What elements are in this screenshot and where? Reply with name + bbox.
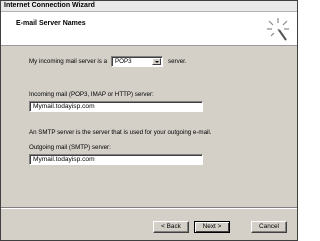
- page-heading: E-mail Server Names: [16, 20, 86, 27]
- wizard-header: E-mail Server Names: [1, 12, 297, 46]
- next-button[interactable]: Next >: [194, 221, 230, 233]
- window-title: Internet Connection Wizard: [4, 2, 95, 9]
- back-button[interactable]: < Back: [153, 221, 189, 233]
- outgoing-server-input[interactable]: Mymail.todayisp.com: [29, 154, 203, 165]
- wizard-content: My incoming mail server is a POP3 server…: [1, 47, 297, 207]
- outgoing-server-label: Outgoing mail (SMTP) server:: [29, 144, 111, 151]
- smtp-info-text: An SMTP server is the server that is use…: [29, 129, 212, 136]
- footer-divider: [1, 207, 297, 209]
- outgoing-server-value: Mymail.todayisp.com: [33, 156, 95, 163]
- server-type-value: POP3: [115, 58, 132, 65]
- incoming-server-label: Incoming mail (POP3, IMAP or HTTP) serve…: [29, 91, 154, 98]
- incoming-server-type-label: My incoming mail server is a: [29, 58, 108, 65]
- cancel-button[interactable]: Cancel: [251, 221, 287, 233]
- server-suffix-label: server.: [168, 58, 187, 65]
- wizard-window: Internet Connection Wizard E-mail Server…: [0, 0, 298, 241]
- chevron-down-icon[interactable]: [152, 58, 161, 65]
- wizard-wand-icon: [267, 18, 289, 41]
- server-type-dropdown[interactable]: POP3: [111, 56, 163, 67]
- title-bar: Internet Connection Wizard: [1, 1, 297, 12]
- incoming-server-input[interactable]: Mymail.todayisp.com: [29, 101, 203, 112]
- incoming-server-value: Mymail.todayisp.com: [33, 103, 95, 110]
